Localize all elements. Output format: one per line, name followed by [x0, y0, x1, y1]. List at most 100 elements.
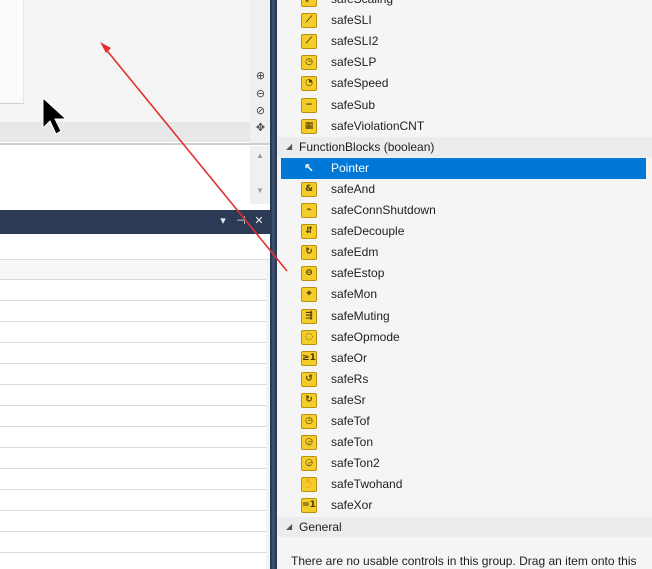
- table-row[interactable]: [0, 343, 266, 364]
- table-row[interactable]: [0, 532, 266, 553]
- toolbox-item-safesli2[interactable]: ⟋ safeSLI2: [281, 31, 646, 52]
- toolbox-item-label: safeRs: [331, 372, 369, 386]
- scaling-icon: ⤢: [301, 0, 317, 7]
- toolbox-item-pointer[interactable]: ↖ Pointer: [281, 158, 646, 179]
- scroll-down-icon[interactable]: ▼: [254, 186, 266, 196]
- output-panel: ▲ ▼: [0, 146, 270, 204]
- pointer-icon: ↖: [303, 161, 315, 175]
- and-icon: &: [301, 182, 317, 197]
- toolbox-item-label: safeTon: [331, 435, 374, 449]
- tof-icon: ◷: [301, 414, 317, 429]
- zoom-in-icon[interactable]: ⊕: [253, 69, 268, 84]
- ton2-icon: ◶: [301, 456, 317, 471]
- toolbox-panel: ⤢ safeScaling ⟋ safeSLI ⟋ safeSLI2 ◷ safeSLP ◔ sa…: [277, 0, 652, 569]
- toolbox-item-safedecouple[interactable]: ⇵ safeDecouple: [281, 221, 646, 242]
- table-row[interactable]: [0, 448, 266, 469]
- speed-icon: ◔: [301, 76, 317, 91]
- sli-icon: ⟋: [301, 13, 317, 28]
- splitter-thumb: [272, 0, 275, 569]
- toolbox-group-label: FunctionBlocks (boolean): [299, 140, 435, 154]
- sr-icon: ↻: [301, 393, 317, 408]
- toolbox-item-safeestop[interactable]: ⊖ safeEstop: [281, 263, 646, 284]
- toolbox-item-safesli[interactable]: ⟋ safeSLI: [281, 10, 646, 31]
- toolbox-item-safeviolationcnt[interactable]: ▦ safeViolationCNT: [281, 116, 646, 137]
- toolbox-item-label: safeMon: [331, 287, 378, 301]
- sli2-icon: ⟋: [301, 34, 317, 49]
- edm-icon: ↻: [301, 245, 317, 260]
- toolbox-item-safespeed[interactable]: ◔ safeSpeed: [281, 73, 646, 94]
- zoom-out-icon[interactable]: ⊖: [253, 87, 268, 102]
- collapse-caret-icon[interactable]: ◢: [286, 141, 292, 153]
- toolbox-item-label: safeTof: [331, 414, 370, 428]
- toolbox-item-safeedm[interactable]: ↻ safeEdm: [281, 242, 646, 263]
- collapse-caret-icon[interactable]: ◢: [286, 521, 292, 533]
- panel-divider: [0, 143, 270, 145]
- table-row[interactable]: [0, 385, 266, 406]
- toolbox-item-safesub[interactable]: − safeSub: [281, 95, 646, 116]
- canvas-sheet: [0, 0, 24, 104]
- twohand-icon: ✋: [301, 477, 317, 492]
- toolbox-item-safemuting[interactable]: ⇶ safeMuting: [281, 306, 646, 327]
- table-row[interactable]: [0, 406, 266, 427]
- toolbox-item-label: safeSLI2: [331, 34, 379, 48]
- toolbox-item-label: safeAnd: [331, 182, 376, 196]
- toolbox-item-safeopmode[interactable]: ◌ safeOpmode: [281, 327, 646, 348]
- toolbox-item-label: safeConnShutdown: [331, 203, 436, 217]
- rs-icon: ↺: [301, 372, 317, 387]
- toolbox-item-label: safeOr: [331, 351, 368, 365]
- design-canvas[interactable]: ⊕ ⊖ ⊘ ✥: [0, 0, 270, 145]
- pin-icon[interactable]: ⊣: [234, 214, 248, 228]
- output-vertical-scrollbar[interactable]: ▲ ▼: [250, 146, 270, 204]
- dock-dropdown-icon[interactable]: ▾: [216, 214, 230, 228]
- monitor-icon: ⌖: [301, 287, 317, 302]
- toolbox-item-label: safeSub: [331, 98, 376, 112]
- table-row[interactable]: [0, 490, 266, 511]
- table-row[interactable]: [0, 511, 266, 532]
- minus-icon: −: [301, 98, 317, 113]
- toolbox-item-label: safeTwohand: [331, 477, 403, 491]
- toolbox-item-safeslp[interactable]: ◷ safeSLP: [281, 52, 646, 73]
- toolbox-item-safescaling[interactable]: ⤢ safeScaling: [281, 0, 646, 10]
- dock-panel-header: ▾ ⊣ ✕: [0, 210, 270, 234]
- toolbox-item-label: safeEdm: [331, 245, 379, 259]
- general-empty-message: There are no usable controls in this gro…: [291, 554, 637, 568]
- toolbox-group-functionblocks[interactable]: ◢ FunctionBlocks (boolean): [277, 137, 652, 157]
- pan-icon[interactable]: ✥: [253, 121, 268, 136]
- xor-icon: =1: [301, 498, 317, 513]
- zoom-fit-icon[interactable]: ⊘: [253, 104, 268, 119]
- muting-icon: ⇶: [301, 309, 317, 324]
- table-row[interactable]: [0, 322, 266, 343]
- toolbox-item-label: safeOpmode: [331, 330, 400, 344]
- toolbox-item-safeton[interactable]: ◶ safeTon: [281, 432, 646, 453]
- close-icon[interactable]: ✕: [252, 214, 266, 228]
- scroll-up-icon[interactable]: ▲: [254, 151, 266, 161]
- toolbox-item-label: safeScaling: [331, 0, 393, 7]
- zoom-toolbar: ⊕ ⊖ ⊘ ✥: [250, 0, 270, 145]
- toolbox-item-safesr[interactable]: ↻ safeSr: [281, 390, 646, 411]
- toolbox-item-safeconnshutdown[interactable]: ⌁ safeConnShutdown: [281, 200, 646, 221]
- canvas-area[interactable]: [0, 0, 250, 122]
- toolbox-item-label: safeSLI: [331, 13, 372, 27]
- toolbox-item-safeton2[interactable]: ◶ safeTon2: [281, 453, 646, 474]
- table-row[interactable]: [0, 469, 266, 490]
- toolbox-item-safeor[interactable]: ≥1 safeOr: [281, 348, 646, 369]
- toolbox-item-safetwohand[interactable]: ✋ safeTwohand: [281, 474, 646, 495]
- toolbox-item-safeand[interactable]: & safeAnd: [281, 179, 646, 200]
- toolbox-item-label: safeSpeed: [331, 76, 389, 90]
- table-row[interactable]: [0, 280, 266, 301]
- toolbox-group-general[interactable]: ◢ General: [277, 517, 652, 537]
- decouple-icon: ⇵: [301, 224, 317, 239]
- or-icon: ≥1: [301, 351, 317, 366]
- toolbox-item-safetof[interactable]: ◷ safeTof: [281, 411, 646, 432]
- ton-icon: ◶: [301, 435, 317, 450]
- table-row[interactable]: [0, 427, 266, 448]
- toolbox-item-label: Pointer: [331, 161, 370, 175]
- properties-grid: [0, 234, 270, 569]
- toolbox-item-safemon[interactable]: ⌖ safeMon: [281, 284, 646, 305]
- canvas-horizontal-scrollbar[interactable]: [0, 122, 250, 142]
- table-row[interactable]: [0, 364, 266, 385]
- toolbox-item-safexor[interactable]: =1 safeXor: [281, 495, 646, 516]
- opmode-icon: ◌: [301, 330, 317, 345]
- toolbox-item-safers[interactable]: ↺ safeRs: [281, 369, 646, 390]
- table-row[interactable]: [0, 301, 266, 322]
